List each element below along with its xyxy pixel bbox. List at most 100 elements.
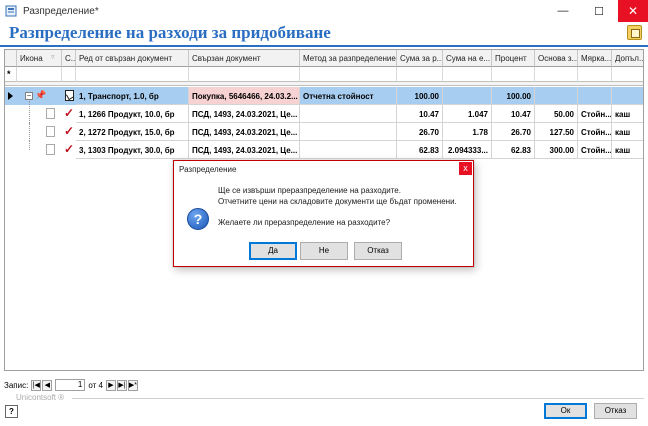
extra-cell[interactable]: каш [612, 123, 643, 141]
check-icon: ✓ [64, 106, 75, 120]
base-cell[interactable]: 127.50 [535, 123, 578, 141]
column-header-extra[interactable]: Допъл... [612, 50, 643, 67]
document-cell[interactable]: Покупка, 5646466, 24.03.2... [189, 87, 300, 105]
dialog-cancel-button[interactable]: Отказ [354, 242, 402, 260]
filter-cell[interactable] [300, 67, 397, 82]
extra-cell[interactable]: каш [612, 141, 643, 159]
column-header-unit[interactable]: Мярка... [578, 50, 612, 67]
column-header-line[interactable]: Ред от свързан документ [76, 50, 189, 67]
new-record-button[interactable]: ▶* [127, 379, 138, 391]
document-icon [65, 90, 74, 101]
filter-cell[interactable] [535, 67, 578, 82]
base-cell[interactable]: 50.00 [535, 105, 578, 123]
amount-cell[interactable]: 10.47 [397, 105, 443, 123]
prev-record-button[interactable]: ◀ [42, 379, 53, 391]
collapse-toggle[interactable]: − [25, 92, 33, 100]
tree-line [29, 141, 30, 150]
line-cell[interactable]: 1, Транспорт, 1.0, бр [76, 87, 189, 105]
dialog-titlebar: Разпределение x [174, 161, 473, 177]
filter-cell[interactable] [443, 67, 492, 82]
unit-cell[interactable]: Стойн... [578, 123, 612, 141]
first-record-button[interactable]: |◀ [31, 379, 42, 391]
line-cell[interactable]: 2, 1272 Продукт, 15.0, бр [76, 123, 189, 141]
document-cell[interactable]: ПСД, 1493, 24.03.2021, Це... [189, 105, 300, 123]
ok-button[interactable]: Ок [544, 403, 587, 419]
filter-icon[interactable]: ▿ [51, 53, 55, 61]
table-row[interactable]: − 📌 1, Транспорт, 1.0, бр Покупка, 56464… [5, 87, 643, 105]
document-cell[interactable]: ПСД, 1493, 24.03.2021, Це... [189, 123, 300, 141]
cancel-button[interactable]: Отказ [594, 403, 637, 419]
amount-unit-cell[interactable]: 2.094333... [443, 141, 492, 159]
table-row[interactable]: ✓ 1, 1266 Продукт, 10.0, бр ПСД, 1493, 2… [5, 101, 643, 123]
filter-cell[interactable] [62, 67, 76, 82]
column-header-document[interactable]: Свързан документ [189, 50, 300, 67]
filter-cell[interactable] [578, 67, 612, 82]
column-header-status[interactable]: С... [62, 50, 76, 67]
pin-icon: 📌 [35, 90, 47, 100]
column-header-amount[interactable]: Сума за р... [397, 50, 443, 67]
amount-unit-cell[interactable]: 1.047 [443, 105, 492, 123]
dialog-title: Разпределение [179, 165, 237, 174]
extra-cell[interactable] [612, 87, 643, 105]
percent-cell[interactable]: 26.70 [492, 123, 535, 141]
line-cell[interactable]: 3, 1303 Продукт, 30.0, бр [76, 141, 189, 159]
base-cell[interactable] [535, 87, 578, 105]
percent-cell[interactable]: 10.47 [492, 105, 535, 123]
filter-cell[interactable] [76, 67, 189, 82]
last-record-button[interactable]: ▶| [116, 379, 127, 391]
document-cell[interactable]: ПСД, 1493, 24.03.2021, Це... [189, 141, 300, 159]
column-header-base[interactable]: Основа з... [535, 50, 578, 67]
line-cell[interactable]: 1, 1266 Продукт, 10.0, бр [76, 105, 189, 123]
percent-cell[interactable]: 100.00 [492, 87, 535, 105]
header-action-button[interactable] [627, 25, 642, 40]
method-cell[interactable] [300, 123, 397, 141]
column-header-label: Основа з... [538, 54, 578, 63]
column-header-label: Ред от свързан документ [79, 54, 173, 63]
table-row[interactable]: ✓ 3, 1303 Продукт, 30.0, бр ПСД, 1493, 2… [5, 141, 643, 159]
amount-cell[interactable]: 100.00 [397, 87, 443, 105]
no-button[interactable]: Не [300, 242, 348, 260]
column-header-method[interactable]: Метод за разпределение [300, 50, 397, 67]
dialog-close-button[interactable]: x [459, 162, 472, 175]
next-record-button[interactable]: ▶ [105, 379, 116, 391]
help-icon[interactable]: ? [5, 405, 18, 418]
grid-separator [5, 82, 643, 86]
filter-cell[interactable] [189, 67, 300, 82]
column-header-label: Процент [495, 54, 527, 63]
column-header-percent[interactable]: Процент [492, 50, 535, 67]
extra-cell[interactable]: каш [612, 105, 643, 123]
amount-cell[interactable]: 62.83 [397, 141, 443, 159]
method-cell[interactable]: Отчетна стойност [300, 87, 397, 105]
column-header-label: Сума за р... [400, 54, 443, 63]
dialog-message-line1: Ще се извърши преразпределение на разход… [218, 186, 401, 195]
filter-cell[interactable] [612, 67, 643, 82]
app-icon [4, 4, 18, 18]
amount-unit-cell[interactable]: 1.78 [443, 123, 492, 141]
column-header-label: Допъл... [615, 54, 643, 63]
column-header-amount-unit[interactable]: Сума на е... [443, 50, 492, 67]
record-label: Запис: [4, 380, 29, 390]
amount-unit-cell[interactable] [443, 87, 492, 105]
unit-cell[interactable]: Стойн... [578, 105, 612, 123]
yes-button[interactable]: Да [249, 242, 297, 260]
method-cell[interactable] [300, 141, 397, 159]
percent-cell[interactable]: 62.83 [492, 141, 535, 159]
base-cell[interactable]: 300.00 [535, 141, 578, 159]
dialog-message-line3: Желаете ли преразпределение на разходите… [218, 218, 391, 227]
filter-cell[interactable] [397, 67, 443, 82]
unit-cell[interactable]: Стойн... [578, 141, 612, 159]
method-cell[interactable] [300, 105, 397, 123]
close-button[interactable]: ✕ [618, 0, 648, 22]
table-row[interactable]: ✓ 2, 1272 Продукт, 15.0, бр ПСД, 1493, 2… [5, 123, 643, 141]
row-selector-header [5, 50, 17, 67]
filter-cell[interactable] [17, 67, 62, 82]
brand-label: Unicontsoft ® [16, 393, 65, 402]
column-header-icon[interactable]: Икона ▿ [17, 50, 62, 67]
filter-cell[interactable] [492, 67, 535, 82]
unit-cell[interactable] [578, 87, 612, 105]
amount-cell[interactable]: 26.70 [397, 123, 443, 141]
column-header-label: Икона [20, 54, 43, 63]
record-number-input[interactable]: 1 [55, 379, 86, 391]
maximize-button[interactable]: ☐ [582, 0, 616, 22]
minimize-button[interactable]: — [546, 0, 580, 22]
